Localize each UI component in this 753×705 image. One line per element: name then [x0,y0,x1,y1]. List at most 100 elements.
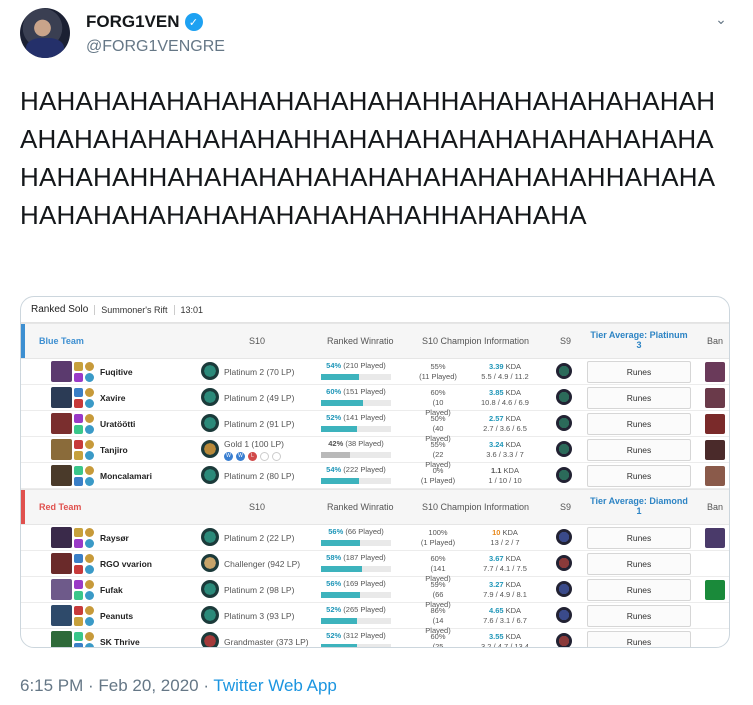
champion-icon[interactable] [51,579,72,600]
s9-rank-emblem-icon [556,633,572,647]
team-color-bar [21,324,25,358]
kda-line: 3.27 KDA [475,580,535,590]
champion-icon[interactable] [51,605,72,626]
runes-button[interactable]: Runes [587,553,691,575]
champion-icon[interactable] [51,439,72,460]
kda-stats: 3.6 / 3.3 / 7 [486,450,524,459]
chevron-down-icon[interactable]: ⌄ [711,12,731,32]
player-name[interactable]: SK Thrive [100,637,140,647]
kda-line: 3.55 KDA [475,632,535,642]
runes-button[interactable]: Runes [587,605,691,627]
rune-icon [85,643,94,647]
summoner-spell-icon [74,477,83,486]
winratio-games: (169 Played) [343,579,386,588]
kda-label: KDA [505,414,522,423]
runes-button[interactable]: Runes [587,631,691,647]
runes-button[interactable]: Runes [587,361,691,383]
runes-button[interactable]: Runes [587,527,691,549]
match-header: Ranked Solo Summoner's Rift 13:01 [21,297,729,323]
champion-icon[interactable] [51,413,72,434]
rune-icon [85,554,94,563]
winratio-percent: 52% [326,605,342,614]
champion-icon[interactable] [51,553,72,574]
kda-label: KDA [505,388,522,397]
winratio-games: (312 Played) [343,631,386,640]
red-team-name: Red Team [39,502,82,512]
runes-button[interactable]: Runes [587,387,691,409]
champion-icon[interactable] [51,631,72,647]
champion-winrate: 100% (1 Played) [419,528,457,548]
tweet-source-link[interactable]: Twitter Web App [213,676,336,695]
summoner-spell-icon [74,440,83,449]
verified-badge-icon: ✓ [184,13,203,31]
player-name[interactable]: Peanuts [100,611,133,621]
user-handle[interactable]: @FORG1VENGRE [86,38,225,56]
s9-rank-emblem-icon [556,363,572,379]
kda-stats: 5.5 / 4.9 / 11.2 [481,372,529,381]
player-name[interactable]: Uratöötti [100,419,135,429]
user-name-row[interactable]: FORG1VEN ✓ [86,12,203,32]
runes-button[interactable]: Runes [587,413,691,435]
banned-champion-icon [705,388,725,408]
tweet-timestamp[interactable]: 6:15 PM · Feb 20, 2020 · [20,676,213,695]
player-name[interactable]: Xavire [100,393,126,403]
player-row: Tanjiro Gold 1 (100 LP) W W L 42% (38 Played)… [21,437,729,469]
kda-block: 3.85 KDA 10.8 / 4.6 / 6.9 [475,388,535,408]
tweet-footer: 6:15 PM · Feb 20, 2020 · Twitter Web App [20,676,337,696]
champion-winrate: 60%(25 Played) [419,632,457,647]
player-name[interactable]: Fufak [100,585,123,595]
tier-average: Tier Average: Diamond 1 [590,496,688,516]
champion-icon[interactable] [51,465,72,486]
kda-line: 3.39 KDA [475,362,535,372]
user-name[interactable]: FORG1VEN [86,12,180,32]
summoner-spell-icon [74,466,83,475]
s9-rank-emblem-icon [556,415,572,431]
winratio-bar [321,592,391,598]
rune-icon [85,414,94,423]
player-name[interactable]: RGO vvarion [100,559,152,569]
rank-label: Platinum 3 (93 LP) [224,611,295,621]
promo-dot: W [224,452,233,461]
champion-icon[interactable] [51,527,72,548]
kda-line: 3.67 KDA [475,554,535,564]
runes-button[interactable]: Runes [587,579,691,601]
banned-champion-icon [705,528,725,548]
kda-block: 10 KDA 13 / 2 / 7 [475,528,535,548]
tweet-image[interactable]: Ranked Solo Summoner's Rift 13:01 Blue T… [20,296,730,648]
player-name[interactable]: Tanjiro [100,445,128,455]
winratio-fill [321,566,362,572]
winratio-fill [321,426,358,432]
kda-block: 3.27 KDA 7.9 / 4.9 / 8.1 [475,580,535,600]
winratio-games: (210 Played) [343,361,386,370]
kda-value: 3.55 [488,632,504,641]
rune-icon [85,466,94,475]
winratio-fill [321,400,363,406]
player-name[interactable]: Moncalamari [100,471,152,481]
kda-block: 3.55 KDA 3.2 / 4.7 / 13.4 [475,632,535,647]
kda-block: 2.57 KDA 2.7 / 3.6 / 6.5 [475,414,535,434]
col-champ-info: S10 Champion Information [422,336,530,346]
rune-icon [85,565,94,574]
col-s9: S9 [560,502,572,512]
runes-button[interactable]: Runes [587,439,691,461]
champion-icon[interactable] [51,361,72,382]
champion-icon[interactable] [51,387,72,408]
rune-icon [85,373,94,382]
kda-value: 3.27 [488,580,504,589]
player-name[interactable]: Raysør [100,533,129,543]
rank-label: Gold 1 (100 LP) [224,439,285,449]
champion-winrate-percent: 55% [430,362,446,371]
kda-value: 2.57 [488,414,504,423]
summoner-spell-icon [74,528,83,537]
player-row: Peanuts Platinum 3 (93 LP) 52% (265 Played… [21,603,729,635]
summoner-spell-icon [74,554,83,563]
player-name[interactable]: Fuqitive [100,367,133,377]
kda-label: KDA [505,632,522,641]
avatar[interactable] [20,8,70,58]
summoner-spell-icon [74,388,83,397]
rune-icon [85,388,94,397]
kda-line: 1.1 KDA [475,466,535,476]
runes-button[interactable]: Runes [587,465,691,487]
winratio-percent: 56% [328,527,344,536]
match-time: 13:01 [180,304,204,315]
